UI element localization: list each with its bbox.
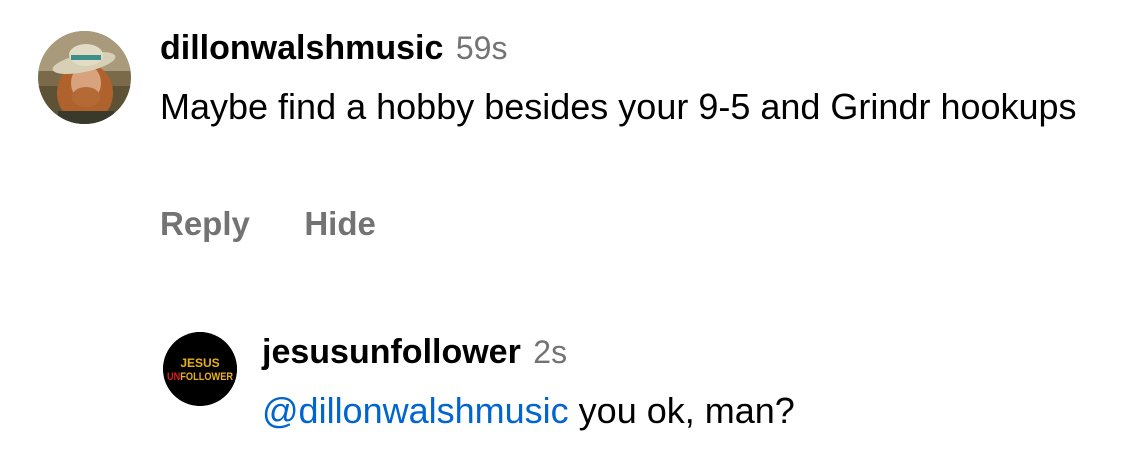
reply-timestamp: 2s bbox=[533, 334, 568, 370]
svg-text:JESUS: JESUS bbox=[180, 356, 219, 370]
avatar-dillonwalshmusic[interactable] bbox=[38, 31, 131, 124]
hide-button[interactable]: Hide bbox=[304, 202, 376, 246]
username[interactable]: dillonwalshmusic bbox=[160, 29, 443, 67]
jesus-unfollower-logo: JESUS UNFOLLOWER bbox=[163, 332, 237, 406]
profile-photo bbox=[38, 31, 131, 124]
reply-button[interactable]: Reply bbox=[160, 202, 250, 246]
mention-link[interactable]: @dillonwalshmusic bbox=[262, 390, 569, 431]
avatar-jesusunfollower[interactable]: JESUS UNFOLLOWER bbox=[163, 332, 237, 406]
comment-actions: Reply Hide bbox=[160, 202, 376, 246]
reply-message: you ok, man? bbox=[578, 390, 795, 431]
comment-text: Maybe find a hobby besides your 9-5 and … bbox=[160, 86, 1077, 127]
comment-header: dillonwalshmusic 59s bbox=[160, 26, 507, 70]
reply-text: @dillonwalshmusic you ok, man? bbox=[262, 387, 795, 434]
reply-username[interactable]: jesusunfollower bbox=[262, 333, 521, 371]
reply-header: jesusunfollower 2s bbox=[262, 330, 567, 374]
timestamp: 59s bbox=[455, 30, 508, 66]
svg-text:UNFOLLOWER: UNFOLLOWER bbox=[167, 371, 233, 383]
